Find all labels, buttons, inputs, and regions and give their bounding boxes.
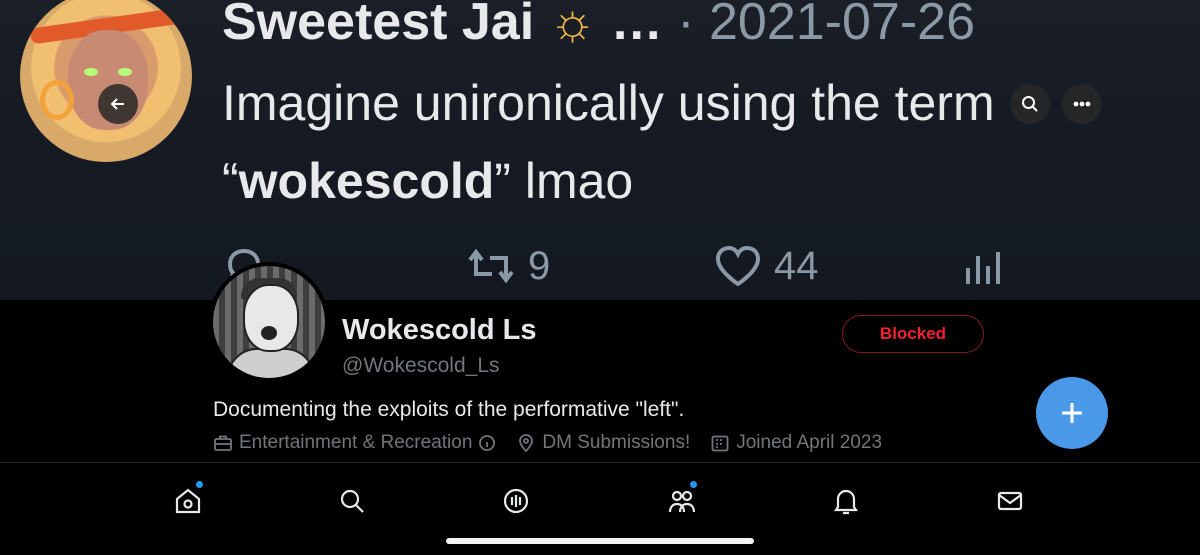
sun-emoji-icon: ☼ <box>548 0 597 51</box>
messages-icon <box>997 491 1023 511</box>
banner-tweet-date: 2021-07-26 <box>709 0 975 51</box>
profile-bio: Documenting the exploits of the performa… <box>213 398 685 421</box>
nav-home[interactable] <box>168 481 208 521</box>
profile-banner: Sweetest Jai ☼ … · 2021-07-26 Imagine un… <box>0 0 1200 300</box>
profile-joined: Joined April 2023 <box>710 432 882 454</box>
banner-tweet-text: Imagine unironically using the term “wok… <box>222 64 1200 220</box>
back-button[interactable] <box>98 84 138 124</box>
banner-tweet-actions: 9 44 <box>222 236 1042 296</box>
more-icon <box>1073 101 1091 107</box>
spaces-icon <box>503 488 529 514</box>
banner-retweet: 9 <box>466 236 550 296</box>
banner-tweet-quote-open: “ <box>222 153 239 209</box>
nav-search[interactable] <box>332 481 372 521</box>
search-button[interactable] <box>1010 84 1050 124</box>
banner-tweet-ellipsis: … <box>610 0 663 51</box>
nav-notifications[interactable] <box>826 481 866 521</box>
calendar-icon <box>711 435 729 452</box>
profile-handle: @Wokescold_Ls <box>342 354 500 377</box>
banner-tweet-line1: Imagine unironically using the term <box>222 75 995 131</box>
briefcase-icon <box>214 435 232 451</box>
nav-messages[interactable] <box>990 481 1030 521</box>
like-icon <box>715 245 761 287</box>
search-icon <box>340 489 364 513</box>
search-icon <box>1022 96 1038 112</box>
home-notification-dot <box>196 481 203 488</box>
home-icon <box>175 488 201 514</box>
banner-tweet-bold-word: wokescold <box>238 153 495 209</box>
back-arrow-icon <box>110 98 124 110</box>
banner-tweet-quote-close: ” <box>494 153 511 209</box>
info-icon[interactable] <box>478 434 496 452</box>
nav-spaces[interactable] <box>496 481 536 521</box>
profile-joined-label: Joined April 2023 <box>736 432 883 453</box>
profile-location-label: DM Submissions! <box>542 432 691 453</box>
banner-tweet-header: Sweetest Jai ☼ … · 2021-07-26 <box>222 0 975 58</box>
home-indicator[interactable] <box>446 538 754 544</box>
banner-tweet-tail: lmao <box>510 153 634 209</box>
banner-like-count: 44 <box>774 243 819 288</box>
banner-tweet-avatar <box>20 0 192 162</box>
plus-icon <box>1062 403 1082 423</box>
profile-category-label: Entertainment & Recreation <box>239 432 473 453</box>
nav-communities[interactable] <box>662 481 702 521</box>
retweet-icon <box>468 248 514 284</box>
analytics-icon <box>966 252 1000 284</box>
profile-display-name: Wokescold Ls <box>342 314 537 346</box>
location-pin-icon <box>519 434 534 453</box>
communities-icon <box>668 490 696 513</box>
profile-location: DM Submissions! <box>516 432 690 454</box>
banner-analytics <box>962 236 1006 296</box>
banner-tweet-author: Sweetest Jai <box>222 0 535 51</box>
banner-like: 44 <box>714 236 819 296</box>
notifications-icon <box>833 489 859 515</box>
banner-tweet-separator: · <box>677 0 695 51</box>
blocked-button[interactable]: Blocked <box>842 315 984 353</box>
profile-category: Entertainment & Recreation <box>213 432 496 454</box>
profile-info-row: Entertainment & Recreation DM Submission… <box>213 432 902 454</box>
compose-fab-button[interactable] <box>1036 377 1108 449</box>
more-button[interactable] <box>1062 84 1102 124</box>
profile-avatar[interactable] <box>209 262 329 382</box>
banner-retweet-count: 9 <box>528 243 551 288</box>
communities-notification-dot <box>690 481 697 488</box>
